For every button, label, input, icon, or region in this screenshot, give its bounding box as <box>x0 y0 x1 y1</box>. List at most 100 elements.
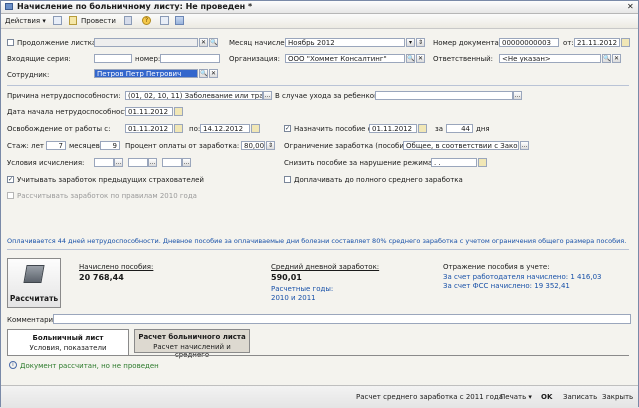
condition-field-1[interactable] <box>94 158 114 167</box>
assign-benefit-checkbox[interactable]: ✓ <box>284 125 291 132</box>
divider <box>7 249 629 250</box>
comment-field[interactable] <box>53 314 631 324</box>
ok-button[interactable]: OK <box>541 393 552 401</box>
close-button[interactable]: Закрыть <box>602 393 633 401</box>
clear-icon[interactable]: ✕ <box>199 38 208 47</box>
pay-percent-field[interactable]: 80,00 <box>241 141 265 150</box>
select-icon[interactable]: … <box>513 91 522 100</box>
topup-label: Доплачивать до полного среднего заработк… <box>294 176 463 184</box>
bottom-bar: Расчет среднего заработка с 2011 года Пе… <box>1 385 638 408</box>
structure-icon[interactable] <box>175 16 184 25</box>
search-icon[interactable]: 🔍 <box>199 69 208 78</box>
clear-icon[interactable]: ✕ <box>612 54 621 63</box>
month-spin-icon[interactable]: ⇕ <box>416 38 425 47</box>
topup-checkbox[interactable] <box>284 176 291 183</box>
clear-icon[interactable]: ✕ <box>416 54 425 63</box>
tab-calculation[interactable]: Расчет больничного листа Расчет начислен… <box>134 329 250 359</box>
condition-field-2[interactable] <box>128 158 148 167</box>
search-icon[interactable]: 🔍 <box>602 54 611 63</box>
release-to-label: по: <box>189 125 201 133</box>
document-icon[interactable] <box>53 16 62 25</box>
reduce-benefit-label: Снизить пособие за нарушение режима с: <box>284 159 441 167</box>
avg-daily-label[interactable]: Средний дневной заработок: <box>271 263 379 271</box>
accrual-month-field[interactable]: Ноябрь 2012 <box>285 38 405 47</box>
assign-benefit-label: Назначить пособие с: <box>294 125 374 133</box>
search-icon[interactable]: 🔍 <box>209 38 218 47</box>
calendar-icon[interactable] <box>251 124 260 133</box>
select-icon[interactable]: … <box>182 158 191 167</box>
calendar-icon[interactable] <box>174 124 183 133</box>
days-label: за <box>435 125 444 133</box>
avg-earnings-button[interactable]: Расчет среднего заработка с 2011 года <box>356 393 503 401</box>
organization-label: Организация: <box>229 55 280 63</box>
incoming-number-field[interactable] <box>160 54 220 63</box>
release-from-field[interactable]: 01.11.2012 <box>125 124 173 133</box>
experience-months-field[interactable]: 9 <box>100 141 120 150</box>
calendar-icon[interactable] <box>478 158 487 167</box>
tab-sick-leave[interactable]: Больничный лист Условия, показатели <box>7 329 129 355</box>
days-field[interactable]: 44 <box>446 124 473 133</box>
start-date-label: Дата начала нетрудоспособности: <box>7 108 136 116</box>
childcare-label: В случае ухода за ребенком: <box>275 92 382 100</box>
disability-reason-field[interactable]: (01, 02, 10, 11) Заболевание или травма <box>125 91 263 100</box>
experience-years-field[interactable]: 7 <box>46 141 66 150</box>
fss-accrued[interactable]: За счет ФСС начислено: 19 352,41 <box>443 282 570 290</box>
prev-employers-checkbox[interactable]: ✓ <box>7 176 14 183</box>
responsible-field[interactable]: <Не указан> <box>499 54 601 63</box>
calculate-label: Рассчитать <box>9 294 59 303</box>
actions-menu[interactable]: Действия ▾ <box>5 17 46 25</box>
reflection-label: Отражение пособия в учете: <box>443 263 550 271</box>
calendar-icon[interactable] <box>160 16 169 25</box>
close-window-icon[interactable]: ✕ <box>627 2 634 11</box>
childcare-field[interactable] <box>375 91 513 100</box>
organization-field[interactable]: ООО "Хоммет Консалтинг" <box>285 54 405 63</box>
prev-employers-label: Учитывать заработок предыдущих страховат… <box>17 176 204 184</box>
info-text: Оплачивается 44 дней нетрудоспособности.… <box>7 237 627 245</box>
accrued-value: 20 768,44 <box>79 273 124 282</box>
incoming-series-field[interactable] <box>94 54 132 63</box>
copy-icon[interactable] <box>124 16 132 25</box>
continuation-checkbox[interactable] <box>7 39 14 46</box>
help-icon[interactable]: ? <box>142 16 151 25</box>
month-dropdown-icon[interactable]: ▾ <box>406 38 415 47</box>
accrued-label[interactable]: Начислено пособия: <box>79 263 153 271</box>
post-icon <box>69 16 77 25</box>
months-label: месяцев <box>69 142 100 150</box>
window-title: Начисление по больничному листу: Не пров… <box>17 2 253 11</box>
reduce-benefit-field[interactable]: . . <box>431 158 477 167</box>
status-message: Документ рассчитан, но не проведен <box>20 362 159 370</box>
tab-title: Больничный лист <box>32 334 104 342</box>
employee-field[interactable]: Петров Петр Петрович <box>94 69 198 78</box>
rules2010-checkbox[interactable] <box>7 192 14 199</box>
calendar-icon[interactable] <box>621 38 630 47</box>
earnings-limit-field[interactable]: Общее, в соответствии с Закон <box>403 141 519 150</box>
continuation-label: Продолжение листка <box>17 39 97 47</box>
save-button[interactable]: Записать <box>563 393 597 401</box>
calculate-button[interactable]: Рассчитать <box>7 258 61 308</box>
spin-icon[interactable]: ⇕ <box>266 141 275 150</box>
window-icon <box>5 3 13 10</box>
clear-icon[interactable]: ✕ <box>209 69 218 78</box>
divider <box>7 85 629 86</box>
start-date-field[interactable]: 01.11.2012 <box>125 107 173 116</box>
search-icon[interactable]: 🔍 <box>406 54 415 63</box>
select-icon[interactable]: … <box>520 141 529 150</box>
select-icon[interactable]: … <box>263 91 272 100</box>
select-icon[interactable]: … <box>148 158 157 167</box>
calendar-icon[interactable] <box>418 124 427 133</box>
print-button[interactable]: Печать ▾ <box>500 393 532 401</box>
avg-daily-value: 590,01 <box>271 273 302 282</box>
condition-field-3[interactable] <box>162 158 182 167</box>
years-label: Расчетные годы: <box>271 285 334 293</box>
calendar-icon[interactable] <box>174 107 183 116</box>
release-to-field[interactable]: 14.12.2012 <box>200 124 250 133</box>
select-icon[interactable]: … <box>114 158 123 167</box>
continuation-field[interactable] <box>94 38 198 47</box>
employer-accrued[interactable]: За счет работодателя начислено: 1 416,03 <box>443 273 602 281</box>
assign-benefit-field[interactable]: 01.11.2012 <box>369 124 417 133</box>
post-button[interactable]: Провести <box>81 17 116 25</box>
doc-number-field[interactable]: 00000000003 <box>499 38 559 47</box>
days-suffix: дня <box>476 125 490 133</box>
doc-date-field[interactable]: 21.11.2012 <box>574 38 620 47</box>
rules2010-label: Рассчитывать заработок по правилам 2010 … <box>17 192 197 200</box>
